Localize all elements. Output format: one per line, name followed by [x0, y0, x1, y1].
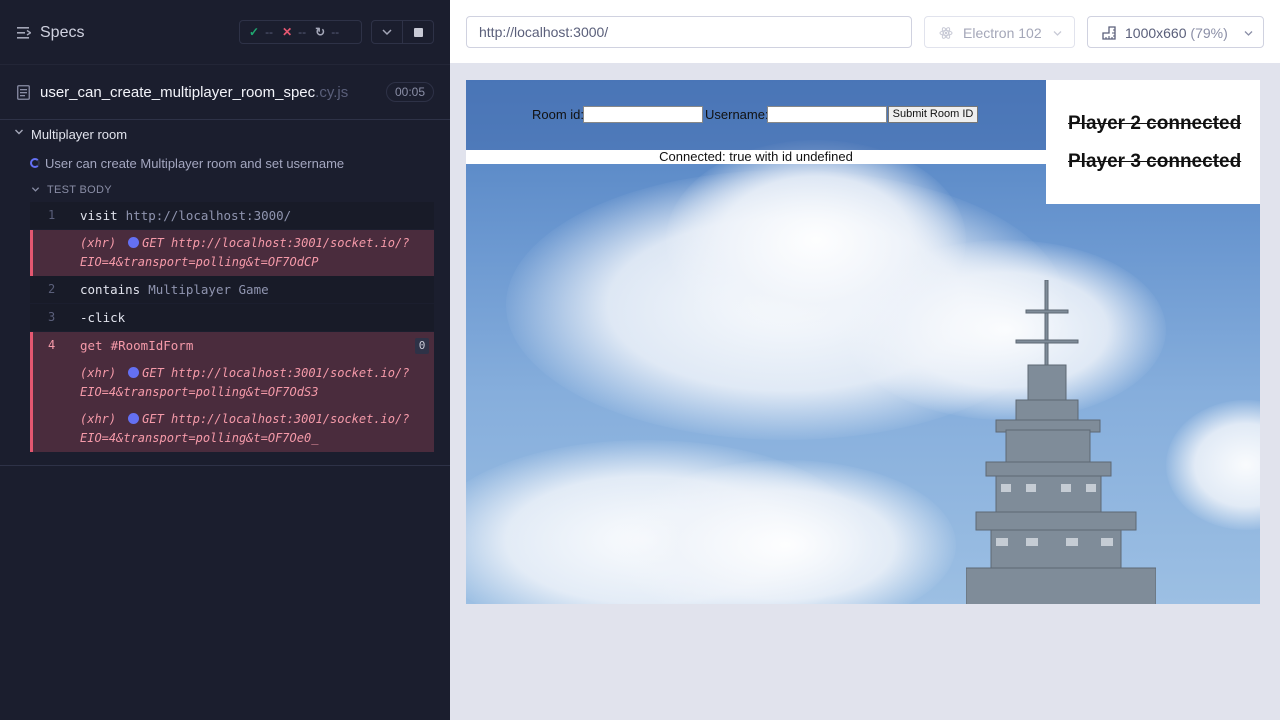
command-number: 4 — [48, 338, 56, 352]
failed-stat: ✕ -- — [282, 25, 306, 39]
menu-icon[interactable] — [17, 27, 31, 39]
spec-name[interactable]: user_can_create_multiplayer_room_spec.cy… — [40, 84, 348, 101]
options-dropdown-button[interactable] — [371, 20, 403, 44]
url-field[interactable] — [466, 16, 912, 48]
app-preview: Room id: Username: Submit Room ID Connec… — [466, 80, 1260, 604]
pending-count: -- — [331, 25, 340, 39]
xhr-method: GET — [142, 412, 164, 426]
command-row[interactable]: 3 -click — [30, 304, 434, 332]
suite-row[interactable]: Multiplayer room — [0, 122, 450, 146]
command-name: contains Multiplayer Game — [80, 282, 269, 297]
xhr-log-entry[interactable]: (xhr) GET http://localhost:3001/socket.io… — [30, 230, 434, 276]
command-name: visit http://localhost:3000/ — [80, 208, 291, 223]
room-id-input[interactable] — [583, 106, 703, 123]
test-body-header[interactable]: TEST BODY — [0, 180, 450, 200]
viewport-label: 1000x660 (79%) — [1125, 25, 1228, 41]
command-row[interactable]: 2 contains Multiplayer Game — [30, 276, 434, 304]
viewport-selector[interactable]: 1000x660 (79%) — [1087, 16, 1264, 48]
run-stats: ✓ -- ✕ -- ↻ -- — [239, 20, 362, 44]
chevron-down-icon — [1053, 31, 1062, 36]
command-name-text: contains — [80, 282, 141, 297]
chevron-down-icon — [1244, 31, 1253, 36]
username-label: Username: — [705, 107, 769, 122]
xhr-method: GET — [142, 366, 164, 380]
submit-room-id-button[interactable]: Submit Room ID — [888, 106, 978, 123]
player-status: Player 3 connected — [1068, 151, 1242, 172]
request-dot-icon — [128, 237, 140, 248]
test-title: User can create Multiplayer room and set… — [45, 156, 345, 171]
test-body-label: TEST BODY — [47, 184, 112, 196]
spec-duration: 00:05 — [386, 82, 434, 102]
command-row[interactable]: 1 visit http://localhost:3000/ — [30, 202, 434, 230]
xhr-url-query: EIO=4&transport=polling&t=OF7OdS3 — [80, 385, 319, 399]
command-name: -click — [80, 310, 133, 325]
command-name-text: visit — [80, 208, 118, 223]
command-number: 2 — [48, 282, 56, 296]
failed-count: -- — [298, 25, 307, 39]
command-name-text: get — [80, 338, 103, 353]
ruler-icon — [1102, 26, 1116, 40]
suite-title: Multiplayer room — [31, 127, 128, 142]
players-panel: Player 2 connected Player 3 connected — [1046, 80, 1260, 204]
chevron-down-icon — [382, 29, 392, 36]
chevron-down-icon — [15, 129, 23, 135]
preview-toolbar: Electron 102 1000x660 (79%) — [450, 0, 1280, 64]
command-name-text: -click — [80, 310, 126, 325]
command-number: 1 — [48, 208, 56, 222]
room-id-label: Room id: — [532, 107, 585, 122]
chevron-down-icon — [31, 187, 40, 192]
xhr-log-entry[interactable]: (xhr) GET http://localhost:3001/socket.io… — [30, 360, 434, 406]
xhr-url: http://localhost:3001/socket.io/? — [171, 236, 410, 250]
browser-label: Electron 102 — [963, 25, 1042, 41]
command-message: http://localhost:3000/ — [125, 208, 292, 223]
request-dot-icon — [128, 413, 140, 424]
document-icon — [17, 85, 30, 100]
zoom-percent: (79%) — [1190, 25, 1228, 41]
xhr-label: (xhr) — [80, 412, 117, 426]
room-id-form: Room id: Username: Submit Room ID — [466, 80, 1046, 150]
battleship-image — [966, 280, 1156, 604]
xhr-url: http://localhost:3001/socket.io/? — [171, 366, 410, 380]
command-name: get #RoomIdForm — [80, 338, 193, 353]
specs-title[interactable]: Specs — [40, 24, 84, 42]
running-spinner-icon — [30, 158, 40, 168]
pending-stat: ↻ -- — [315, 25, 339, 39]
passed-stat: ✓ -- — [249, 25, 273, 39]
xhr-label: (xhr) — [80, 236, 117, 250]
command-row-failed[interactable]: 4 get #RoomIdForm 0 — [30, 332, 434, 360]
xhr-log-entry[interactable]: (xhr) GET http://localhost:3001/socket.io… — [30, 406, 434, 452]
xhr-label: (xhr) — [80, 366, 117, 380]
pending-icon: ↻ — [315, 25, 326, 39]
command-message: Multiplayer Game — [148, 282, 269, 297]
command-number: 3 — [48, 310, 56, 324]
request-dot-icon — [128, 367, 140, 378]
test-row[interactable]: User can create Multiplayer room and set… — [0, 152, 450, 174]
xhr-url: http://localhost:3001/socket.io/? — [171, 412, 410, 426]
command-log: 1 visit http://localhost:3000/ (xhr) GET h… — [30, 202, 434, 452]
reporter-panel: Specs ✓ -- ✕ -- ↻ -- user_can_create_mul… — [0, 0, 450, 720]
x-icon: ✕ — [282, 25, 293, 39]
xhr-url-query: EIO=4&transport=polling&t=OF7OdCP — [80, 255, 319, 269]
player-status: Player 2 connected — [1068, 113, 1242, 134]
command-message: #RoomIdForm — [110, 338, 194, 353]
divider — [0, 465, 450, 466]
check-icon: ✓ — [249, 25, 260, 39]
username-input[interactable] — [767, 106, 887, 123]
passed-count: -- — [265, 25, 274, 39]
spec-name-base: user_can_create_multiplayer_room_spec — [40, 84, 316, 101]
spec-file-header: user_can_create_multiplayer_room_spec.cy… — [0, 64, 450, 120]
stop-button[interactable] — [402, 20, 434, 44]
reporter-header: Specs ✓ -- ✕ -- ↻ -- — [0, 0, 450, 64]
element-count-badge: 0 — [415, 338, 429, 354]
spec-extension: .cy.js — [315, 84, 349, 101]
xhr-method: GET — [142, 236, 164, 250]
electron-icon — [939, 27, 953, 39]
browser-selector[interactable]: Electron 102 — [924, 16, 1075, 48]
stop-icon — [414, 28, 423, 37]
viewport-size: 1000x660 — [1125, 25, 1187, 41]
xhr-url-query: EIO=4&transport=polling&t=OF7Oe0_ — [80, 431, 319, 445]
connection-status: Connected: true with id undefined — [466, 150, 1046, 164]
